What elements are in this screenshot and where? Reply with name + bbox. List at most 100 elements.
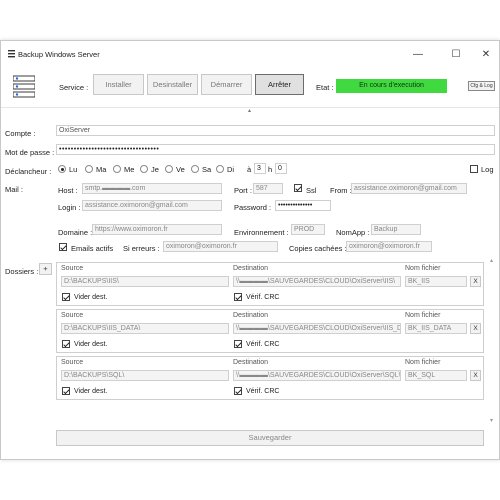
folders-label: Dossiers : xyxy=(5,267,39,276)
collapse-chevron-icon[interactable]: ▴ xyxy=(248,107,251,114)
source-input[interactable]: D:\BACKUPS\IIS_DATA\ xyxy=(61,323,229,334)
destination-input[interactable]: \\▬▬▬▬\SAUVEGARDES\CLOUD\OxiServer\IIS_D… xyxy=(233,323,401,334)
crc-label: Vérif. CRC xyxy=(246,388,280,395)
clear-dest-label: Vider dest. xyxy=(74,388,108,395)
file-name-input[interactable]: BK_IIS_DATA xyxy=(405,323,467,334)
scroll-down-icon[interactable]: ▾ xyxy=(490,417,493,424)
destination-input[interactable]: \\▬▬▬▬\SAUVEGARDES\CLOUD\OxiServer\SQL\ xyxy=(233,370,401,381)
login-input[interactable]: assistance.oximoron@gmail.com xyxy=(82,200,222,211)
port-input[interactable]: 587 xyxy=(253,183,283,194)
stop-button[interactable]: Arrêter xyxy=(255,74,304,95)
uninstall-button[interactable]: Desinstaller xyxy=(147,74,198,95)
day-label-sa: Sa xyxy=(202,165,212,174)
server-icon xyxy=(13,75,35,98)
crc-checkbox[interactable] xyxy=(234,387,242,395)
source-label: Source xyxy=(61,312,84,319)
day-radio-sa[interactable] xyxy=(191,165,199,173)
day-radio-lu[interactable] xyxy=(58,165,66,173)
source-input[interactable]: D:\BACKUPS\SQL\ xyxy=(61,370,229,381)
clear-dest-checkbox[interactable] xyxy=(62,340,70,348)
file-name-label: Nom fichier xyxy=(405,359,441,366)
folder-entry: Source D:\BACKUPS\IIS_DATA\ Destination … xyxy=(56,309,484,353)
cfg-log-button[interactable]: Cfg & Log xyxy=(468,81,495,91)
install-button[interactable]: Installer xyxy=(93,74,144,95)
cc-input[interactable]: oximoron@oximoron.fr xyxy=(346,241,432,252)
clear-dest-label: Vider dest. xyxy=(74,294,108,301)
minute-input[interactable]: 0 xyxy=(275,163,287,174)
from-label: From : xyxy=(330,186,352,195)
trigger-label: Déclancheur : xyxy=(5,167,52,176)
day-label-je: Je xyxy=(151,165,159,174)
emails-active-checkbox[interactable] xyxy=(59,243,67,251)
remove-folder-button[interactable]: X xyxy=(470,276,481,287)
day-label-ve: Ve xyxy=(176,165,185,174)
day-label-di: Di xyxy=(227,165,235,174)
source-label: Source xyxy=(61,359,84,366)
service-label: Service : xyxy=(59,83,89,92)
crc-label: Vérif. CRC xyxy=(246,341,280,348)
destination-input[interactable]: \\▬▬▬▬\SAUVEGARDES\CLOUD\OxiServer\IIS\ xyxy=(233,276,401,287)
file-name-input[interactable]: BK_IIS xyxy=(405,276,467,287)
password-input[interactable]: •••••••••••••••••••••••••••••••••• xyxy=(56,144,495,155)
file-name-label: Nom fichier xyxy=(405,265,441,272)
log-checkbox[interactable] xyxy=(470,165,478,173)
login-label: Login : xyxy=(58,203,81,212)
file-name-input[interactable]: BK_SQL xyxy=(405,370,467,381)
clear-dest-checkbox[interactable] xyxy=(62,293,70,301)
from-input[interactable]: assistance.oximoron@gmail.com xyxy=(351,183,467,194)
crc-checkbox[interactable] xyxy=(234,293,242,301)
folder-entry: Source D:\BACKUPS\IIS\ Destination \\▬▬▬… xyxy=(56,262,484,306)
clear-dest-label: Vider dest. xyxy=(74,341,108,348)
remove-folder-button[interactable]: X xyxy=(470,323,481,334)
destination-label: Destination xyxy=(233,312,269,319)
crc-label: Vérif. CRC xyxy=(246,294,280,301)
close-button[interactable]: ✕ xyxy=(475,47,497,63)
day-label-ma: Ma xyxy=(96,165,107,174)
domain-label: Domaine : xyxy=(58,228,93,237)
scroll-up-icon[interactable]: ▴ xyxy=(490,257,493,264)
day-radio-di[interactable] xyxy=(216,165,224,173)
compte-input[interactable]: OxiServer xyxy=(56,125,495,136)
file-name-label: Nom fichier xyxy=(405,312,441,319)
destination-label: Destination xyxy=(233,359,269,366)
day-radio-me[interactable] xyxy=(113,165,121,173)
hour-input[interactable]: 3 xyxy=(254,163,266,174)
crc-checkbox[interactable] xyxy=(234,340,242,348)
domain-input[interactable]: https://www.oximoron.fr xyxy=(92,224,222,235)
folders-scrollbar[interactable]: ▴ ▾ xyxy=(488,257,498,427)
remove-folder-button[interactable]: X xyxy=(470,370,481,381)
day-radio-ve[interactable] xyxy=(165,165,173,173)
folder-entry: Source D:\BACKUPS\SQL\ Destination \\▬▬▬… xyxy=(56,356,484,400)
port-label: Port : xyxy=(234,186,252,195)
h-label: h xyxy=(268,165,273,174)
day-radio-je[interactable] xyxy=(140,165,148,173)
title-bar: Backup Windows Server — ☐ ✕ xyxy=(1,41,499,69)
at-label: à xyxy=(247,165,252,174)
app-name-input[interactable]: Backup xyxy=(371,224,421,235)
source-input[interactable]: D:\BACKUPS\IIS\ xyxy=(61,276,229,287)
ssl-checkbox[interactable] xyxy=(294,184,302,192)
main-window: Backup Windows Server — ☐ ✕ Service : In… xyxy=(0,40,500,460)
start-button[interactable]: Démarrer xyxy=(201,74,252,95)
save-button[interactable]: Sauvegarder xyxy=(56,430,484,446)
env-input[interactable]: PROD xyxy=(291,224,325,235)
app-name-label: NomApp : xyxy=(336,228,370,237)
log-label: Log xyxy=(481,165,494,174)
minimize-button[interactable]: — xyxy=(407,47,429,63)
errors-label: Si erreurs : xyxy=(123,244,160,253)
clear-dest-checkbox[interactable] xyxy=(62,387,70,395)
mail-label: Mail : xyxy=(5,185,23,194)
app-icon xyxy=(8,50,15,58)
host-input[interactable]: smtp.▬▬▬▬.com xyxy=(82,183,222,194)
mail-password-input[interactable]: •••••••••••••• xyxy=(275,200,331,211)
cc-label: Copies cachées : xyxy=(289,244,347,253)
password-label: Mot de passe : xyxy=(5,148,55,157)
maximize-button[interactable]: ☐ xyxy=(445,47,467,63)
errors-input[interactable]: oximoron@oximoron.fr xyxy=(163,241,278,252)
add-folder-button[interactable]: + xyxy=(39,263,52,275)
state-label: Etat : xyxy=(316,83,334,92)
day-radio-ma[interactable] xyxy=(85,165,93,173)
source-label: Source xyxy=(61,265,84,272)
status-badge: En cours d'execution xyxy=(336,79,447,93)
compte-label: Compte : xyxy=(5,129,36,138)
